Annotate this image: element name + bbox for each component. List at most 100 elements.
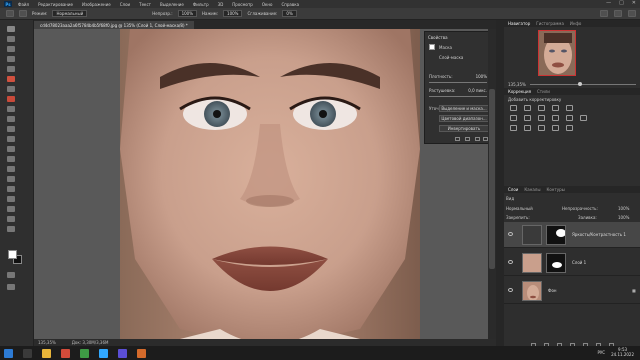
history-brush-tool-icon[interactable] <box>7 116 15 122</box>
share-icon[interactable] <box>628 10 636 17</box>
path-select-tool-icon[interactable] <box>7 186 15 192</box>
scrollbar-thumb[interactable] <box>489 89 495 269</box>
layer-opacity-value[interactable]: 100% <box>618 206 629 211</box>
eyedropper-tool-icon[interactable] <box>7 76 15 82</box>
clock[interactable]: 9:53 24.11.2022 <box>611 347 634 357</box>
screen-mode-icon[interactable] <box>7 284 15 290</box>
density-value[interactable]: 100% <box>476 74 487 79</box>
menu-file[interactable]: Файл <box>18 2 29 7</box>
menu-type[interactable]: Текст <box>139 2 151 7</box>
photoshop-logo[interactable]: Ps <box>4 1 12 7</box>
edit-toolbar-icon[interactable] <box>7 226 15 232</box>
density-slider[interactable] <box>429 82 487 83</box>
menu-select[interactable]: Выделение <box>160 2 184 7</box>
zoom-tool-icon[interactable] <box>7 216 15 222</box>
smoothing-field[interactable]: 0% <box>282 10 297 17</box>
mode-select[interactable]: Нормальный <box>52 10 88 17</box>
quick-select-tool-icon[interactable] <box>7 56 15 62</box>
brightness-contrast-icon[interactable] <box>510 105 517 111</box>
layer-mask-thumb[interactable] <box>546 225 566 245</box>
gradient-map-icon[interactable] <box>552 125 559 131</box>
photo-filter-icon[interactable] <box>552 115 559 121</box>
lasso-tool-icon[interactable] <box>7 46 15 52</box>
color-lookup-icon[interactable] <box>580 115 587 121</box>
selective-color-icon[interactable] <box>566 125 573 131</box>
flow-field[interactable]: 100% <box>223 10 243 17</box>
language-indicator[interactable]: РУС <box>597 350 605 355</box>
search-icon[interactable] <box>23 348 32 358</box>
layer-blend-mode[interactable]: Нормальный <box>506 206 533 211</box>
maximize-icon[interactable]: □ <box>619 0 624 6</box>
tab-layers[interactable]: Слои <box>508 187 518 192</box>
menu-view[interactable]: Просмотр <box>232 2 253 7</box>
marquee-tool-icon[interactable] <box>7 36 15 42</box>
menu-filter[interactable]: Фильтр <box>193 2 209 7</box>
invert-button[interactable]: Инвертировать <box>439 125 489 132</box>
explorer-icon[interactable] <box>42 348 51 358</box>
select-and-mask-button[interactable]: Выделение и маска... <box>439 105 489 112</box>
zoom-slider-knob[interactable] <box>577 82 582 86</box>
tab-navigator[interactable]: Навигатор <box>508 21 530 26</box>
apply-mask-icon[interactable] <box>465 137 470 141</box>
fill-value[interactable]: 100% <box>618 215 629 220</box>
clone-stamp-tool-icon[interactable] <box>7 106 15 112</box>
tab-histogram[interactable]: Гистограмма <box>536 21 564 26</box>
home-icon[interactable] <box>6 10 14 17</box>
layer-row-layer1[interactable]: Слой 1 <box>504 250 640 276</box>
shape-tool-icon[interactable] <box>7 196 15 202</box>
channel-mixer-icon[interactable] <box>566 115 573 121</box>
foreground-color-swatch[interactable] <box>8 250 17 259</box>
tab-channels[interactable]: Каналы <box>524 187 540 192</box>
app3-icon[interactable] <box>137 348 146 358</box>
layer-mask-thumb[interactable] <box>546 253 566 273</box>
type-tool-icon[interactable] <box>7 176 15 182</box>
menu-window[interactable]: Окно <box>262 2 273 7</box>
feather-value[interactable]: 0,0 пикс. <box>468 88 487 93</box>
portrait-photo[interactable] <box>120 29 420 339</box>
zoom-level[interactable]: 135,35% <box>38 340 56 345</box>
navigator-preview[interactable] <box>538 30 576 76</box>
posterize-icon[interactable] <box>524 125 531 131</box>
move-tool-icon[interactable] <box>7 26 15 32</box>
app2-icon[interactable] <box>118 348 127 358</box>
curves-icon[interactable] <box>538 105 545 111</box>
app-icon[interactable] <box>80 348 89 358</box>
menu-3d[interactable]: 3D <box>218 2 224 7</box>
photoshop-taskbar-icon[interactable] <box>99 348 108 358</box>
feather-slider[interactable] <box>429 96 487 97</box>
visibility-eye-icon[interactable] <box>508 260 513 264</box>
vibrance-icon[interactable] <box>566 105 573 111</box>
menu-help[interactable]: Справка <box>281 2 299 7</box>
menu-image[interactable]: Изображение <box>82 2 111 7</box>
start-icon[interactable] <box>4 348 13 358</box>
document-tab[interactable]: cd4d78023aaa2a6f5784b4b5f68f0.jpg @ 135%… <box>34 21 194 29</box>
hue-saturation-icon[interactable] <box>510 115 517 121</box>
hand-tool-icon[interactable] <box>7 206 15 212</box>
canvas-vertical-scrollbar[interactable] <box>488 29 496 339</box>
minimize-icon[interactable]: — <box>606 0 611 6</box>
visibility-eye-icon[interactable] <box>508 288 513 292</box>
menu-edit[interactable]: Редактирование <box>38 2 73 7</box>
black-white-icon[interactable] <box>538 115 545 121</box>
color-range-button[interactable]: Цветовой диапазон... <box>439 115 489 122</box>
mask-visibility-icon[interactable] <box>475 137 480 141</box>
tab-adjustments[interactable]: Коррекция <box>508 89 531 94</box>
healing-tool-icon[interactable] <box>7 86 15 92</box>
workspace-icon[interactable] <box>614 10 622 17</box>
load-selection-icon[interactable] <box>455 137 460 141</box>
search-icon[interactable] <box>600 10 608 17</box>
tab-styles[interactable]: Стили <box>537 89 550 94</box>
eraser-tool-icon[interactable] <box>7 126 15 132</box>
browser-icon[interactable] <box>61 348 70 358</box>
quick-mask-icon[interactable] <box>7 272 15 278</box>
navigator-zoom-slider[interactable] <box>529 82 636 86</box>
layer-row-background[interactable]: Фон ■ <box>504 278 640 304</box>
levels-icon[interactable] <box>524 105 531 111</box>
layer-filter-kind[interactable]: Вид <box>506 196 514 201</box>
tab-paths[interactable]: Контуры <box>546 187 564 192</box>
menu-layers[interactable]: Слои <box>120 2 130 7</box>
crop-tool-icon[interactable] <box>7 66 15 72</box>
blur-tool-icon[interactable] <box>7 146 15 152</box>
brush-preset-icon[interactable] <box>19 10 27 17</box>
navigator-zoom-value[interactable]: 135,35% <box>508 82 526 87</box>
